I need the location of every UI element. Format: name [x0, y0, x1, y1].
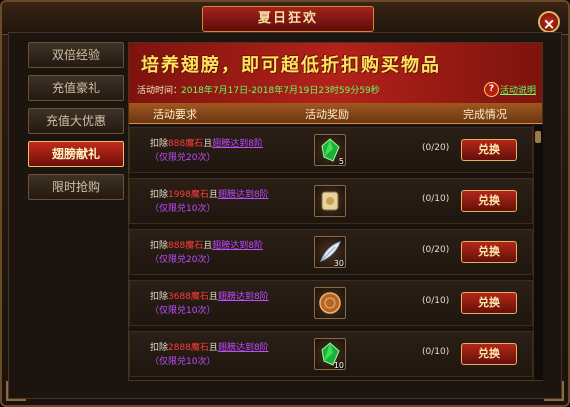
requirement-level: 翅膀达到8阶 [212, 241, 263, 251]
column-header-reward: 活动奖励 [305, 108, 349, 121]
progress-count: (0/10) [422, 347, 450, 357]
requirement-text: 扣除3688魔石且翅膀达到8阶 [150, 289, 269, 302]
event-window: 夏日狂欢 × 双倍经验 充值豪礼 充值大优惠 翅膀献礼 限时抢购 培养翅膀，即可… [0, 0, 570, 407]
requirement-price: 3688魔石 [168, 292, 209, 302]
event-time-value: 2018年7月17日-2018年7月19日23时59分59秒 [181, 86, 380, 96]
requirement-price: 888魔石 [168, 139, 204, 149]
requirement-text: 扣除888魔石且翅膀达到8阶 [150, 136, 263, 149]
help-icon[interactable]: ? [484, 82, 499, 97]
redeem-button[interactable]: 兑换 [461, 139, 517, 161]
column-header-requirement: 活动要求 [153, 108, 197, 121]
requirement-conjunction: 且 [208, 343, 218, 353]
scroll-icon [321, 191, 339, 211]
title-bar: 夏日狂欢 × [2, 2, 568, 35]
requirement-level: 翅膀达到8阶 [217, 343, 269, 353]
requirement-level: 翅膀达到8阶 [217, 190, 269, 200]
requirement-prefix: 扣除 [150, 241, 169, 251]
corner-ornament [544, 381, 564, 401]
progress-count: (0/10) [422, 194, 450, 204]
redeem-limit: （仅限兑10次） [150, 204, 216, 214]
reward-item-slot[interactable] [314, 185, 346, 217]
item-count: 30 [333, 259, 344, 268]
reward-item-slot[interactable] [314, 287, 346, 319]
requirement-prefix: 扣除 [150, 343, 169, 353]
sidebar-item-flash-sale[interactable]: 限时抢购 [28, 174, 124, 200]
reward-row: 扣除1998魔石且翅膀达到8阶 （仅限兑10次） (0/10) 兑换 [129, 178, 533, 224]
close-button[interactable]: × [538, 11, 560, 33]
requirement-conjunction: 且 [208, 292, 218, 302]
redeem-limit: （仅限兑20次） [150, 153, 216, 163]
progress-count: (0/20) [422, 143, 450, 153]
sidebar-item-recharge-discount[interactable]: 充值大优惠 [28, 108, 124, 134]
sidebar-item-wing-gift[interactable]: 翅膀献礼 [28, 141, 124, 167]
requirement-level: 翅膀达到8阶 [217, 292, 269, 302]
reward-row: 扣除2888魔石且翅膀达到8阶 （仅限兑10次） 10 (0/10) 兑换 [129, 331, 533, 377]
requirement-price: 1998魔石 [168, 190, 209, 200]
redeem-limit: （仅限兑10次） [150, 357, 216, 367]
requirement-conjunction: 且 [203, 139, 213, 149]
redeem-button[interactable]: 兑换 [461, 241, 517, 263]
column-header-status: 完成情况 [463, 108, 507, 121]
reward-item-slot[interactable]: 10 [314, 338, 346, 370]
requirement-prefix: 扣除 [150, 190, 169, 200]
item-count: 10 [333, 361, 344, 370]
bronze-coin-icon [319, 292, 341, 314]
requirement-level: 翅膀达到8阶 [212, 139, 263, 149]
reward-item-slot[interactable]: 30 [314, 236, 346, 268]
requirement-text: 扣除1998魔石且翅膀达到8阶 [150, 187, 269, 200]
requirement-price: 2888魔石 [168, 343, 209, 353]
requirement-price: 888魔石 [168, 241, 204, 251]
main-content: 培养翅膀，即可超低折扣购买物品 活动时间： 2018年7月17日-2018年7月… [128, 42, 543, 381]
corner-ornament [6, 381, 26, 401]
rules-link[interactable]: 活动说明 [500, 83, 536, 96]
sidebar-item-recharge-gift[interactable]: 充值豪礼 [28, 75, 124, 101]
requirement-text: 扣除2888魔石且翅膀达到8阶 [150, 340, 269, 353]
requirement-text: 扣除888魔石且翅膀达到8阶 [150, 238, 263, 251]
reward-item-slot[interactable]: 5 [314, 134, 346, 166]
reward-row: 扣除888魔石且翅膀达到8阶 （仅限兑20次） 5 (0/20) 兑换 [129, 127, 533, 173]
event-time-label: 活动时间： [137, 86, 183, 96]
requirement-prefix: 扣除 [150, 292, 169, 302]
table-header: 活动要求 活动奖励 完成情况 [129, 103, 542, 124]
requirement-conjunction: 且 [203, 241, 213, 251]
sidebar-nav: 双倍经验 充值豪礼 充值大优惠 翅膀献礼 限时抢购 [28, 42, 124, 207]
sidebar-item-double-exp[interactable]: 双倍经验 [28, 42, 124, 68]
progress-count: (0/10) [422, 296, 450, 306]
redeem-button[interactable]: 兑换 [461, 343, 517, 365]
reward-list: 扣除888魔石且翅膀达到8阶 （仅限兑20次） 5 (0/20) 兑换 扣除19… [129, 125, 533, 380]
reward-row: 扣除3688魔石且翅膀达到8阶 （仅限兑10次） (0/10) 兑换 [129, 280, 533, 326]
redeem-limit: （仅限兑20次） [150, 255, 216, 265]
reward-row: 扣除888魔石且翅膀达到8阶 （仅限兑20次） 30 (0/20) 兑换 [129, 229, 533, 275]
window-title: 夏日狂欢 [257, 11, 318, 26]
scroll-thumb[interactable] [535, 131, 541, 143]
item-count: 5 [338, 157, 344, 166]
banner-title: 培养翅膀，即可超低折扣购买物品 [141, 55, 441, 76]
redeem-limit: （仅限兑10次） [150, 306, 216, 316]
progress-count: (0/20) [422, 245, 450, 255]
requirement-conjunction: 且 [208, 190, 218, 200]
event-banner: 培养翅膀，即可超低折扣购买物品 活动时间： 2018年7月17日-2018年7月… [129, 43, 542, 103]
redeem-button[interactable]: 兑换 [461, 190, 517, 212]
redeem-button[interactable]: 兑换 [461, 292, 517, 314]
title-plate: 夏日狂欢 [202, 6, 374, 32]
scrollbar[interactable] [533, 125, 543, 380]
requirement-prefix: 扣除 [150, 139, 169, 149]
